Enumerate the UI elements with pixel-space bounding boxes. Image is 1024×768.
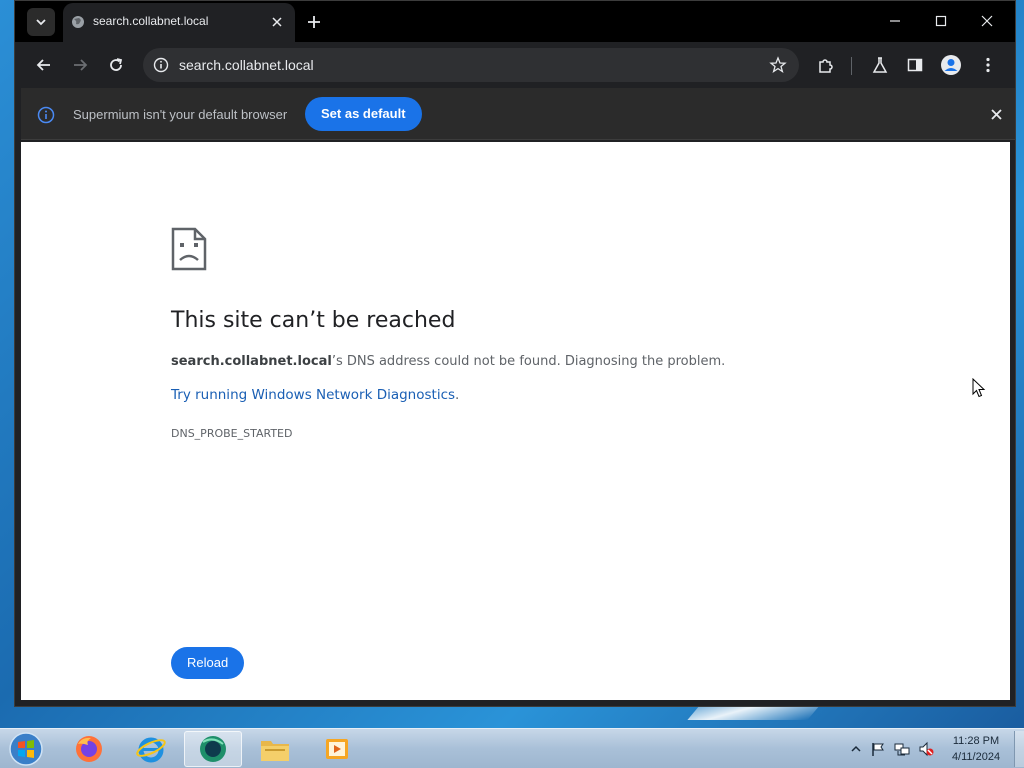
error-heading: This site can’t be reached [171,308,456,333]
bookmark-star-icon[interactable] [769,56,787,74]
more-vertical-icon [986,57,990,73]
maximize-button[interactable] [927,9,955,33]
labs-button[interactable] [867,52,893,78]
back-button[interactable] [31,52,57,78]
infobar-message: Supermium isn't your default browser [73,107,288,122]
network-icon[interactable] [894,741,910,757]
extensions-button[interactable] [813,52,839,78]
tab-active[interactable]: search.collabnet.local [63,3,295,42]
clock-time: 11:28 PM [952,735,1000,747]
error-host: search.collabnet.local [171,354,332,369]
supermium-icon [200,736,226,762]
flask-icon [872,57,888,73]
maximize-icon [935,15,947,27]
taskbar-media-player[interactable] [308,731,366,767]
mouse-cursor-icon [972,378,986,398]
tab-strip: search.collabnet.local [15,1,1015,42]
show-hidden-icons-icon[interactable] [848,741,864,757]
error-description: search.collabnet.local’s DNS address cou… [171,354,725,369]
side-panel-button[interactable] [902,52,928,78]
profile-button[interactable] [938,52,964,78]
link-suffix: . [455,387,460,403]
sad-document-icon [171,227,207,271]
info-icon [37,106,55,124]
error-page: This site can’t be reached search.collab… [21,142,1010,700]
show-desktop-button[interactable] [1014,731,1024,767]
url-text[interactable]: search.collabnet.local [179,57,314,73]
browser-window: search.collabnet.local search.collabnet.… [14,0,1016,707]
taskbar: 11:28 PM 4/11/2024 [0,728,1024,768]
action-center-flag-icon[interactable] [870,741,886,757]
close-icon [272,17,282,27]
address-bar[interactable]: search.collabnet.local [143,48,799,82]
minimize-button[interactable] [881,9,909,33]
firefox-icon [76,736,102,762]
infobar-close-button[interactable] [987,105,1005,123]
side-panel-icon [907,58,923,72]
volume-muted-icon[interactable] [918,741,934,757]
taskbar-clock[interactable]: 11:28 PM 4/11/2024 [948,733,1004,765]
set-as-default-button[interactable]: Set as default [305,97,422,131]
start-button[interactable] [6,730,46,768]
forward-button[interactable] [67,52,93,78]
clock-date: 4/11/2024 [951,751,1001,763]
reload-page-button[interactable]: Reload [171,647,245,679]
media-player-icon [326,739,348,759]
taskbar-firefox[interactable] [60,731,118,767]
network-diagnostics-link[interactable]: Try running Windows Network Diagnostics [171,387,455,403]
close-window-button[interactable] [973,9,1001,33]
arrow-left-icon [36,59,50,71]
toolbar-separator [851,57,852,75]
error-code: DNS_PROBE_STARTED [171,427,293,440]
arrow-right-icon [74,59,88,71]
close-icon [981,15,993,27]
menu-button[interactable] [975,52,1001,78]
tab-close-button[interactable] [269,14,285,30]
toolbar: search.collabnet.local [15,42,1015,88]
new-tab-button[interactable] [303,11,325,33]
default-browser-infobar: Supermium isn't your default browser Set… [21,88,1015,140]
taskbar-supermium[interactable] [184,731,242,767]
info-icon[interactable] [153,57,169,73]
tab-search-button[interactable] [27,8,55,36]
network-diagnostics-line: Try running Windows Network Diagnostics. [171,387,459,403]
avatar-icon [941,55,961,75]
plus-icon [308,16,320,28]
taskbar-file-explorer[interactable] [246,731,304,767]
puzzle-icon [819,59,833,73]
close-icon [990,108,1002,120]
internet-explorer-icon [136,737,166,763]
tab-title: search.collabnet.local [93,14,209,28]
reload-button[interactable] [103,52,129,78]
taskbar-internet-explorer[interactable] [122,731,180,767]
globe-icon [72,16,84,28]
minimize-icon [890,20,900,22]
chevron-down-icon [36,19,46,26]
error-description-text: ’s DNS address could not be found. Diagn… [331,354,726,369]
refresh-icon [110,58,123,71]
file-explorer-icon [261,741,289,761]
